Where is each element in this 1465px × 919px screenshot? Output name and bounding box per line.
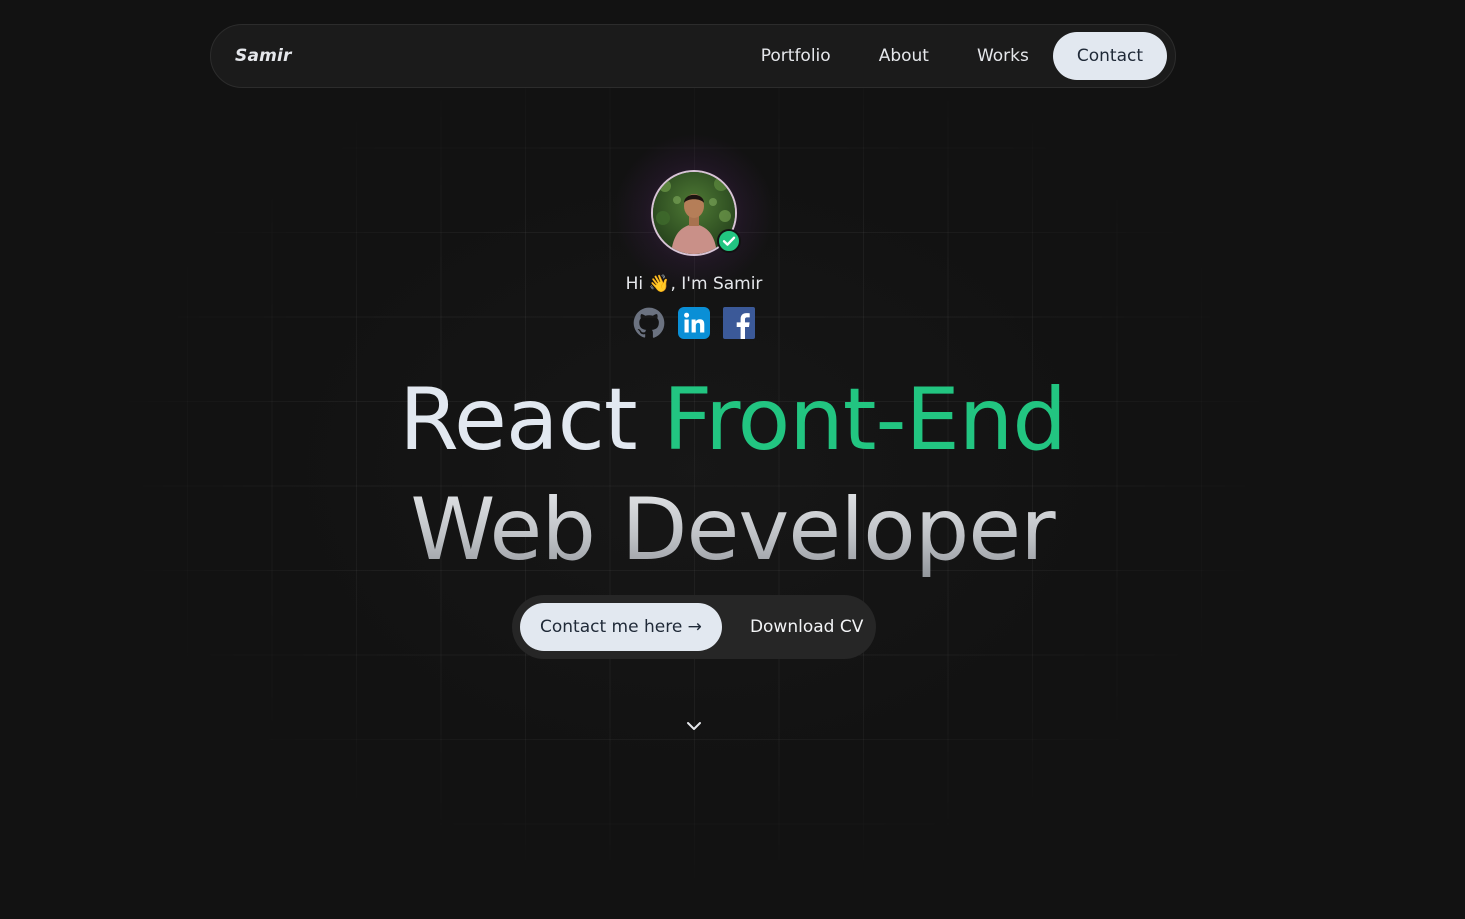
nav-link-contact[interactable]: Contact [1052,32,1167,80]
nav-links: Portfolio About Works Contact [737,32,1167,80]
facebook-link[interactable] [722,306,756,340]
github-link[interactable] [632,306,666,340]
nav-link-works[interactable]: Works [953,32,1053,80]
facebook-icon [723,307,755,339]
contact-me-button[interactable]: Contact me here → [520,603,722,651]
greeting-suffix: , I'm Samir [670,274,763,294]
chevron-down-icon[interactable] [684,716,704,736]
headline-accent: Front-End [662,370,1067,470]
nav-link-about[interactable]: About [855,32,953,80]
navbar: Samir Portfolio About Works Contact [210,24,1176,88]
cta-group: Contact me here → Download CV [512,595,876,659]
headline-word-react: React [399,370,638,470]
headline-line-2: Web Developer [0,475,1465,585]
linkedin-link[interactable] [677,306,711,340]
headline-line-1: React Front-End [0,365,1465,475]
nav-link-portfolio[interactable]: Portfolio [737,32,855,80]
greeting-prefix: Hi [625,274,644,294]
linkedin-icon [678,307,710,339]
hero-headline: React Front-End Web Developer [0,365,1465,585]
landing-page: Samir Portfolio About Works Contact Hi 👋… [0,0,1465,919]
verified-check-icon [717,229,741,253]
brand-logo[interactable]: Samir [235,46,292,66]
waving-hand-icon: 👋 [648,274,671,294]
greeting-text: Hi 👋, I'm Samir [560,274,828,294]
social-links [632,306,756,340]
download-cv-button[interactable]: Download CV [722,603,883,651]
github-icon [633,307,665,338]
